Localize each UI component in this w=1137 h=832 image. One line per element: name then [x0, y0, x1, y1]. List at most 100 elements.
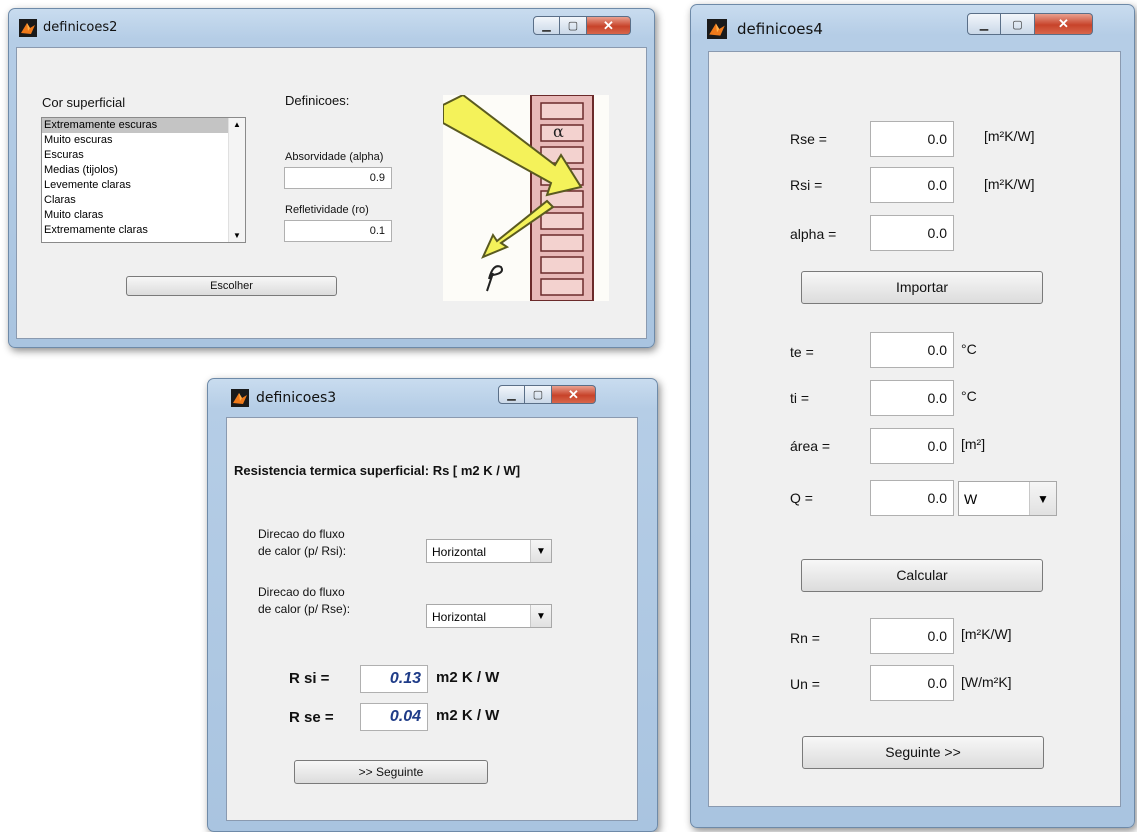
rsi-unit: m2 K / W — [436, 669, 500, 686]
title-bar[interactable]: definicoes2 ▁ ▢ ✕ — [9, 9, 654, 45]
close-button[interactable]: ✕ — [552, 385, 596, 404]
te-unit: °C — [961, 341, 977, 357]
window-title: definicoes2 — [43, 20, 118, 35]
q-input[interactable]: 0.0 — [870, 480, 954, 516]
rse-label: R se = — [289, 709, 334, 726]
alpha-label: alpha = — [790, 226, 837, 242]
importar-button[interactable]: Importar — [801, 271, 1043, 304]
escolher-button[interactable]: Escolher — [126, 276, 337, 296]
scroll-down-icon[interactable]: ▼ — [233, 231, 241, 240]
list-scrollbar[interactable]: ▲ ▼ — [228, 118, 245, 242]
minimize-icon: ▁ — [542, 20, 551, 32]
area-unit: [m²] — [961, 436, 986, 452]
list-item[interactable]: Medias (tijolos) — [42, 163, 245, 178]
rn-unit: [m²K/W] — [961, 626, 1012, 642]
alpha-input[interactable]: 0.0 — [870, 215, 954, 251]
matlab-icon — [707, 19, 727, 39]
seguinte-button[interactable]: >> Seguinte — [294, 760, 488, 784]
close-icon: ✕ — [1058, 16, 1069, 31]
maximize-icon: ▢ — [567, 20, 579, 32]
dir-rsi-select[interactable]: Horizontal ▼ — [426, 539, 552, 563]
ti-unit: °C — [961, 388, 977, 404]
definicoes-label: Definicoes: — [285, 93, 350, 108]
close-button[interactable]: ✕ — [1035, 13, 1093, 35]
window-definicoes3: definicoes3 ▁ ▢ ✕ Resistencia termica su… — [207, 378, 658, 832]
close-icon: ✕ — [603, 17, 614, 33]
un-unit: [W/m²K] — [961, 674, 1012, 690]
window-title: definicoes4 — [737, 20, 823, 38]
q-unit-select[interactable]: W ▼ — [958, 481, 1057, 516]
chevron-down-icon[interactable]: ▼ — [530, 540, 551, 562]
dir-rsi-value: Horizontal — [432, 545, 487, 559]
scroll-up-icon[interactable]: ▲ — [233, 120, 241, 129]
ti-input[interactable]: 0.0 — [870, 380, 954, 416]
window-client: Cor superficial Definicoes: Extremamente… — [16, 47, 647, 339]
calcular-button[interactable]: Calcular — [801, 559, 1043, 592]
area-label: área = — [790, 438, 831, 454]
area-input[interactable]: 0.0 — [870, 428, 954, 464]
matlab-icon — [231, 389, 249, 407]
color-listbox[interactable]: Extremamente escuras Muito escuras Escur… — [41, 117, 246, 243]
dir-rsi-label-line1: Direcao do fluxo — [258, 527, 345, 541]
close-icon: ✕ — [568, 386, 579, 402]
refletividade-label: Refletividade (ro) — [285, 204, 369, 216]
maximize-button[interactable]: ▢ — [1001, 13, 1035, 35]
rsi-unit: [m²K/W] — [984, 176, 1035, 192]
minimize-button[interactable]: ▁ — [967, 13, 1001, 35]
minimize-icon: ▁ — [507, 389, 516, 401]
list-item[interactable]: Muito claras — [42, 208, 245, 223]
rs-heading: Resistencia termica superficial: Rs [ m2… — [234, 463, 521, 478]
list-item[interactable]: Muito escuras — [42, 133, 245, 148]
title-bar[interactable]: definicoes4 ▁ ▢ ✕ — [691, 5, 1134, 41]
list-item[interactable]: Extremamente escuras — [42, 118, 245, 133]
wall-sketch-image: α — [442, 93, 609, 302]
dir-rse-label-line1: Direcao do fluxo — [258, 585, 345, 599]
minimize-button[interactable]: ▁ — [533, 16, 560, 35]
maximize-icon: ▢ — [532, 389, 544, 401]
un-output: 0.0 — [870, 665, 954, 701]
title-bar[interactable]: definicoes3 ▁ ▢ ✕ — [208, 379, 657, 415]
rsi-label: R si = — [289, 670, 330, 687]
dir-rse-select[interactable]: Horizontal ▼ — [426, 604, 552, 628]
close-button[interactable]: ✕ — [587, 16, 631, 35]
cor-superficial-label: Cor superficial — [42, 95, 126, 110]
absorvidade-label: Absorvidade (alpha) — [285, 151, 384, 163]
window-client: Resistencia termica superficial: Rs [ m2… — [226, 417, 638, 821]
maximize-button[interactable]: ▢ — [560, 16, 587, 35]
seguinte-button[interactable]: Seguinte >> — [802, 736, 1044, 769]
matlab-icon — [19, 19, 37, 37]
rse-input[interactable]: 0.0 — [870, 121, 954, 157]
rn-output: 0.0 — [870, 618, 954, 654]
refletividade-input[interactable]: 0.1 — [284, 220, 392, 242]
dir-rse-value: Horizontal — [432, 610, 487, 624]
rse-unit: [m²K/W] — [984, 128, 1035, 144]
window-definicoes2: definicoes2 ▁ ▢ ✕ Cor superficial Defini… — [8, 8, 655, 348]
rse-label: Rse = — [790, 131, 827, 147]
ti-label: ti = — [790, 390, 810, 406]
absorvidade-input[interactable]: 0.9 — [284, 167, 392, 189]
svg-text:α: α — [553, 122, 564, 141]
list-item[interactable]: Claras — [42, 193, 245, 208]
maximize-icon: ▢ — [1012, 18, 1023, 31]
minimize-icon: ▁ — [979, 18, 989, 31]
q-label: Q = — [790, 490, 813, 506]
un-label: Un = — [790, 676, 820, 692]
window-client: Rse = 0.0 [m²K/W] Rsi = 0.0 [m²K/W] alph… — [708, 51, 1121, 807]
rse-unit: m2 K / W — [436, 707, 500, 724]
te-label: te = — [790, 344, 814, 360]
q-unit-value: W — [964, 491, 978, 507]
window-title: definicoes3 — [256, 390, 337, 406]
dir-rsi-label-line2: de calor (p/ Rsi): — [258, 544, 347, 558]
dir-rse-label-line2: de calor (p/ Rse): — [258, 602, 351, 616]
minimize-button[interactable]: ▁ — [498, 385, 525, 404]
rsi-input[interactable]: 0.0 — [870, 167, 954, 203]
chevron-down-icon[interactable]: ▼ — [1029, 482, 1056, 515]
window-definicoes4: definicoes4 ▁ ▢ ✕ Rse = 0.0 [m²K/W] Rsi … — [690, 4, 1135, 828]
list-item[interactable]: Escuras — [42, 148, 245, 163]
list-item[interactable]: Levemente claras — [42, 178, 245, 193]
rsi-label: Rsi = — [790, 177, 823, 193]
maximize-button[interactable]: ▢ — [525, 385, 552, 404]
chevron-down-icon[interactable]: ▼ — [530, 605, 551, 627]
te-input[interactable]: 0.0 — [870, 332, 954, 368]
list-item[interactable]: Extremamente claras — [42, 223, 245, 238]
